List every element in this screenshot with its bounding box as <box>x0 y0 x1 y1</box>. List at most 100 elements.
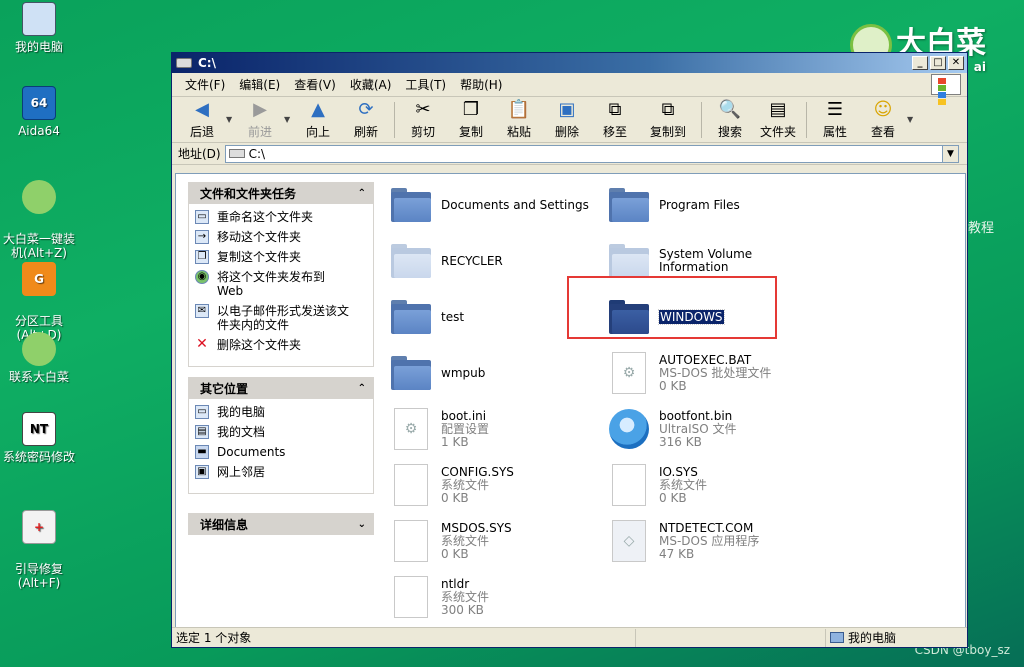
delete-icon: ▣ <box>558 99 576 120</box>
desktop-icon-my-computer[interactable]: 我的电脑 <box>0 2 78 54</box>
view-button[interactable]: ☺ 查看 <box>859 99 907 140</box>
place-network[interactable]: ▣ 网上邻居 <box>195 465 367 479</box>
move-icon: → <box>195 230 209 244</box>
aida64-icon: 64 <box>22 86 56 120</box>
desktop-icon-label: 系统密码修改 <box>2 450 75 464</box>
address-field[interactable]: C:\ ▼ <box>224 144 959 163</box>
refresh-button[interactable]: ⟳ 刷新 <box>342 99 390 140</box>
delete-button[interactable]: ▣ 删除 <box>543 99 591 140</box>
menu-favorites[interactable]: 收藏(A) <box>343 74 399 95</box>
desktop-icon-label: 我的电脑 <box>14 40 63 54</box>
forward-arrow-icon: ▶ <box>253 99 267 120</box>
back-dropdown-icon[interactable]: ▼ <box>226 115 236 124</box>
system-file-icon <box>394 520 428 562</box>
cut-button[interactable]: ✂ 剪切 <box>399 99 447 140</box>
search-icon: 🔍 <box>718 99 742 120</box>
up-arrow-icon: ▲ <box>311 99 325 120</box>
refresh-icon: ⟳ <box>358 99 374 120</box>
folder-icon <box>391 188 431 222</box>
folders-button[interactable]: ▤ 文件夹 <box>754 99 802 140</box>
file-list: Documents and Settings Program Files REC… <box>391 174 961 627</box>
address-label: 地址(D) <box>178 147 221 161</box>
list-item[interactable]: Program Files <box>609 180 819 230</box>
desktop-icon-contact[interactable]: 联系大白菜 <box>0 332 78 384</box>
menu-help[interactable]: 帮助(H) <box>453 74 509 95</box>
list-item[interactable]: ntldr 系统文件 300 KB <box>391 572 601 622</box>
application-file-icon: ◇ <box>612 520 646 562</box>
list-item[interactable]: wmpub <box>391 348 601 398</box>
panel-header[interactable]: 文件和文件夹任务 ⌃ <box>188 182 374 204</box>
place-my-documents[interactable]: ▤ 我的文档 <box>195 425 367 439</box>
desktop-icon-password[interactable]: NT 系统密码修改 <box>0 412 78 464</box>
task-rename[interactable]: ▭ 重命名这个文件夹 <box>195 210 367 224</box>
list-item[interactable]: ⚙ boot.ini 配置设置 1 KB <box>391 404 601 454</box>
explorer-window: C:\ _ □ ✕ 文件(F) 编辑(E) 查看(V) 收藏(A) 工具(T) … <box>171 52 968 648</box>
desktop-icon-partition[interactable]: G 分区工具 (Alt+D) <box>0 248 78 342</box>
folder-icon <box>391 300 431 334</box>
drive-icon <box>228 149 245 158</box>
forward-dropdown-icon[interactable]: ▼ <box>284 115 294 124</box>
expand-chevron-icon[interactable]: ⌄ <box>358 519 366 530</box>
collapse-chevron-icon[interactable]: ⌃ <box>358 383 366 394</box>
up-button[interactable]: ▲ 向上 <box>294 99 342 140</box>
desktop-icon-aida64[interactable]: 64 Aida64 <box>0 86 78 138</box>
paste-button[interactable]: 📋 粘贴 <box>495 99 543 140</box>
list-item[interactable]: MSDOS.SYS 系统文件 0 KB <box>391 516 601 566</box>
panel-header[interactable]: 其它位置 ⌃ <box>188 377 374 399</box>
panel-header[interactable]: 详细信息 ⌄ <box>188 513 374 535</box>
password-key-icon: NT <box>22 412 56 446</box>
copy-button[interactable]: ❐ 复制 <box>447 99 495 140</box>
toolbar: ◀ 后退 ▼ ▶ 前进 ▼ ▲ 向上 ⟳ 刷新 ✂ 剪切 ❐ 复制 📋 粘贴 ▣ 删除 ⧉ 移至 … <box>172 97 967 143</box>
close-button[interactable]: ✕ <box>948 56 964 70</box>
list-item[interactable]: ◇ NTDETECT.COM MS-DOS 应用程序 47 KB <box>609 516 819 566</box>
windows-logo-icon <box>931 74 961 105</box>
menu-bar: 文件(F) 编辑(E) 查看(V) 收藏(A) 工具(T) 帮助(H) <box>172 73 967 105</box>
task-move[interactable]: → 移动这个文件夹 <box>195 230 367 244</box>
place-my-computer[interactable]: ▭ 我的电脑 <box>195 405 367 419</box>
rename-icon: ▭ <box>195 210 209 224</box>
copy-to-button[interactable]: ⧉ 复制到 <box>639 99 697 140</box>
title-bar[interactable]: C:\ _ □ ✕ <box>172 53 967 73</box>
batch-file-icon: ⚙ <box>612 352 646 394</box>
search-button[interactable]: 🔍 搜索 <box>706 99 754 140</box>
window-title: C:\ <box>198 56 216 70</box>
menu-file[interactable]: 文件(F) <box>178 74 232 95</box>
status-location: 我的电脑 <box>825 628 967 647</box>
ultraiso-disc-icon <box>609 409 649 449</box>
task-email[interactable]: ✉ 以电子邮件形式发送该文 件夹内的文件 <box>195 304 367 332</box>
copy-icon: ❐ <box>462 99 480 120</box>
back-button[interactable]: ◀ 后退 <box>178 99 226 140</box>
list-item[interactable]: IO.SYS 系统文件 0 KB <box>609 460 819 510</box>
globe-icon: ◉ <box>195 270 209 284</box>
list-item[interactable]: ⚙ AUTOEXEC.BAT MS-DOS 批处理文件 0 KB <box>609 348 819 398</box>
desktop-icon-boot-repair[interactable]: + 引导修复 (Alt+F) <box>0 496 78 590</box>
folder-icon: ▬ <box>195 445 209 459</box>
list-item[interactable]: bootfont.bin UltraISO 文件 316 KB <box>609 404 819 454</box>
network-icon: ▣ <box>195 465 209 479</box>
forward-button[interactable]: ▶ 前进 <box>236 99 284 140</box>
other-places-panel: 其它位置 ⌃ ▭ 我的电脑 ▤ 我的文档 ▬ Documents ▣ 网上邻居 <box>188 377 374 494</box>
task-copy[interactable]: ❐ 复制这个文件夹 <box>195 250 367 264</box>
folder-icon <box>609 244 649 278</box>
menu-edit[interactable]: 编辑(E) <box>232 74 287 95</box>
maximize-button[interactable]: □ <box>930 56 946 70</box>
desktop-icon-label: 引导修复 (Alt+F) <box>14 562 63 590</box>
task-delete[interactable]: ✕ 删除这个文件夹 <box>195 337 367 352</box>
collapse-chevron-icon[interactable]: ⌃ <box>358 188 366 199</box>
list-item[interactable]: Documents and Settings <box>391 180 601 230</box>
task-publish-web[interactable]: ◉ 将这个文件夹发布到 Web <box>195 270 367 298</box>
status-selection: 选定 1 个对象 <box>176 631 252 645</box>
move-to-button[interactable]: ⧉ 移至 <box>591 99 639 140</box>
properties-button[interactable]: ☰ 属性 <box>811 99 859 140</box>
place-documents[interactable]: ▬ Documents <box>195 445 367 459</box>
address-dropdown-icon[interactable]: ▼ <box>942 145 958 162</box>
view-dropdown-icon[interactable]: ▼ <box>907 115 917 124</box>
menu-tools[interactable]: 工具(T) <box>398 74 453 95</box>
toolbar-separator <box>701 101 702 138</box>
list-item[interactable]: CONFIG.SYS 系统文件 0 KB <box>391 460 601 510</box>
folder-icon <box>609 188 649 222</box>
minimize-button[interactable]: _ <box>912 56 928 70</box>
desktop-icon-install[interactable]: 大白菜一键装 机(Alt+Z) <box>0 166 78 260</box>
menu-view[interactable]: 查看(V) <box>287 74 343 95</box>
toolbar-separator <box>394 101 395 138</box>
